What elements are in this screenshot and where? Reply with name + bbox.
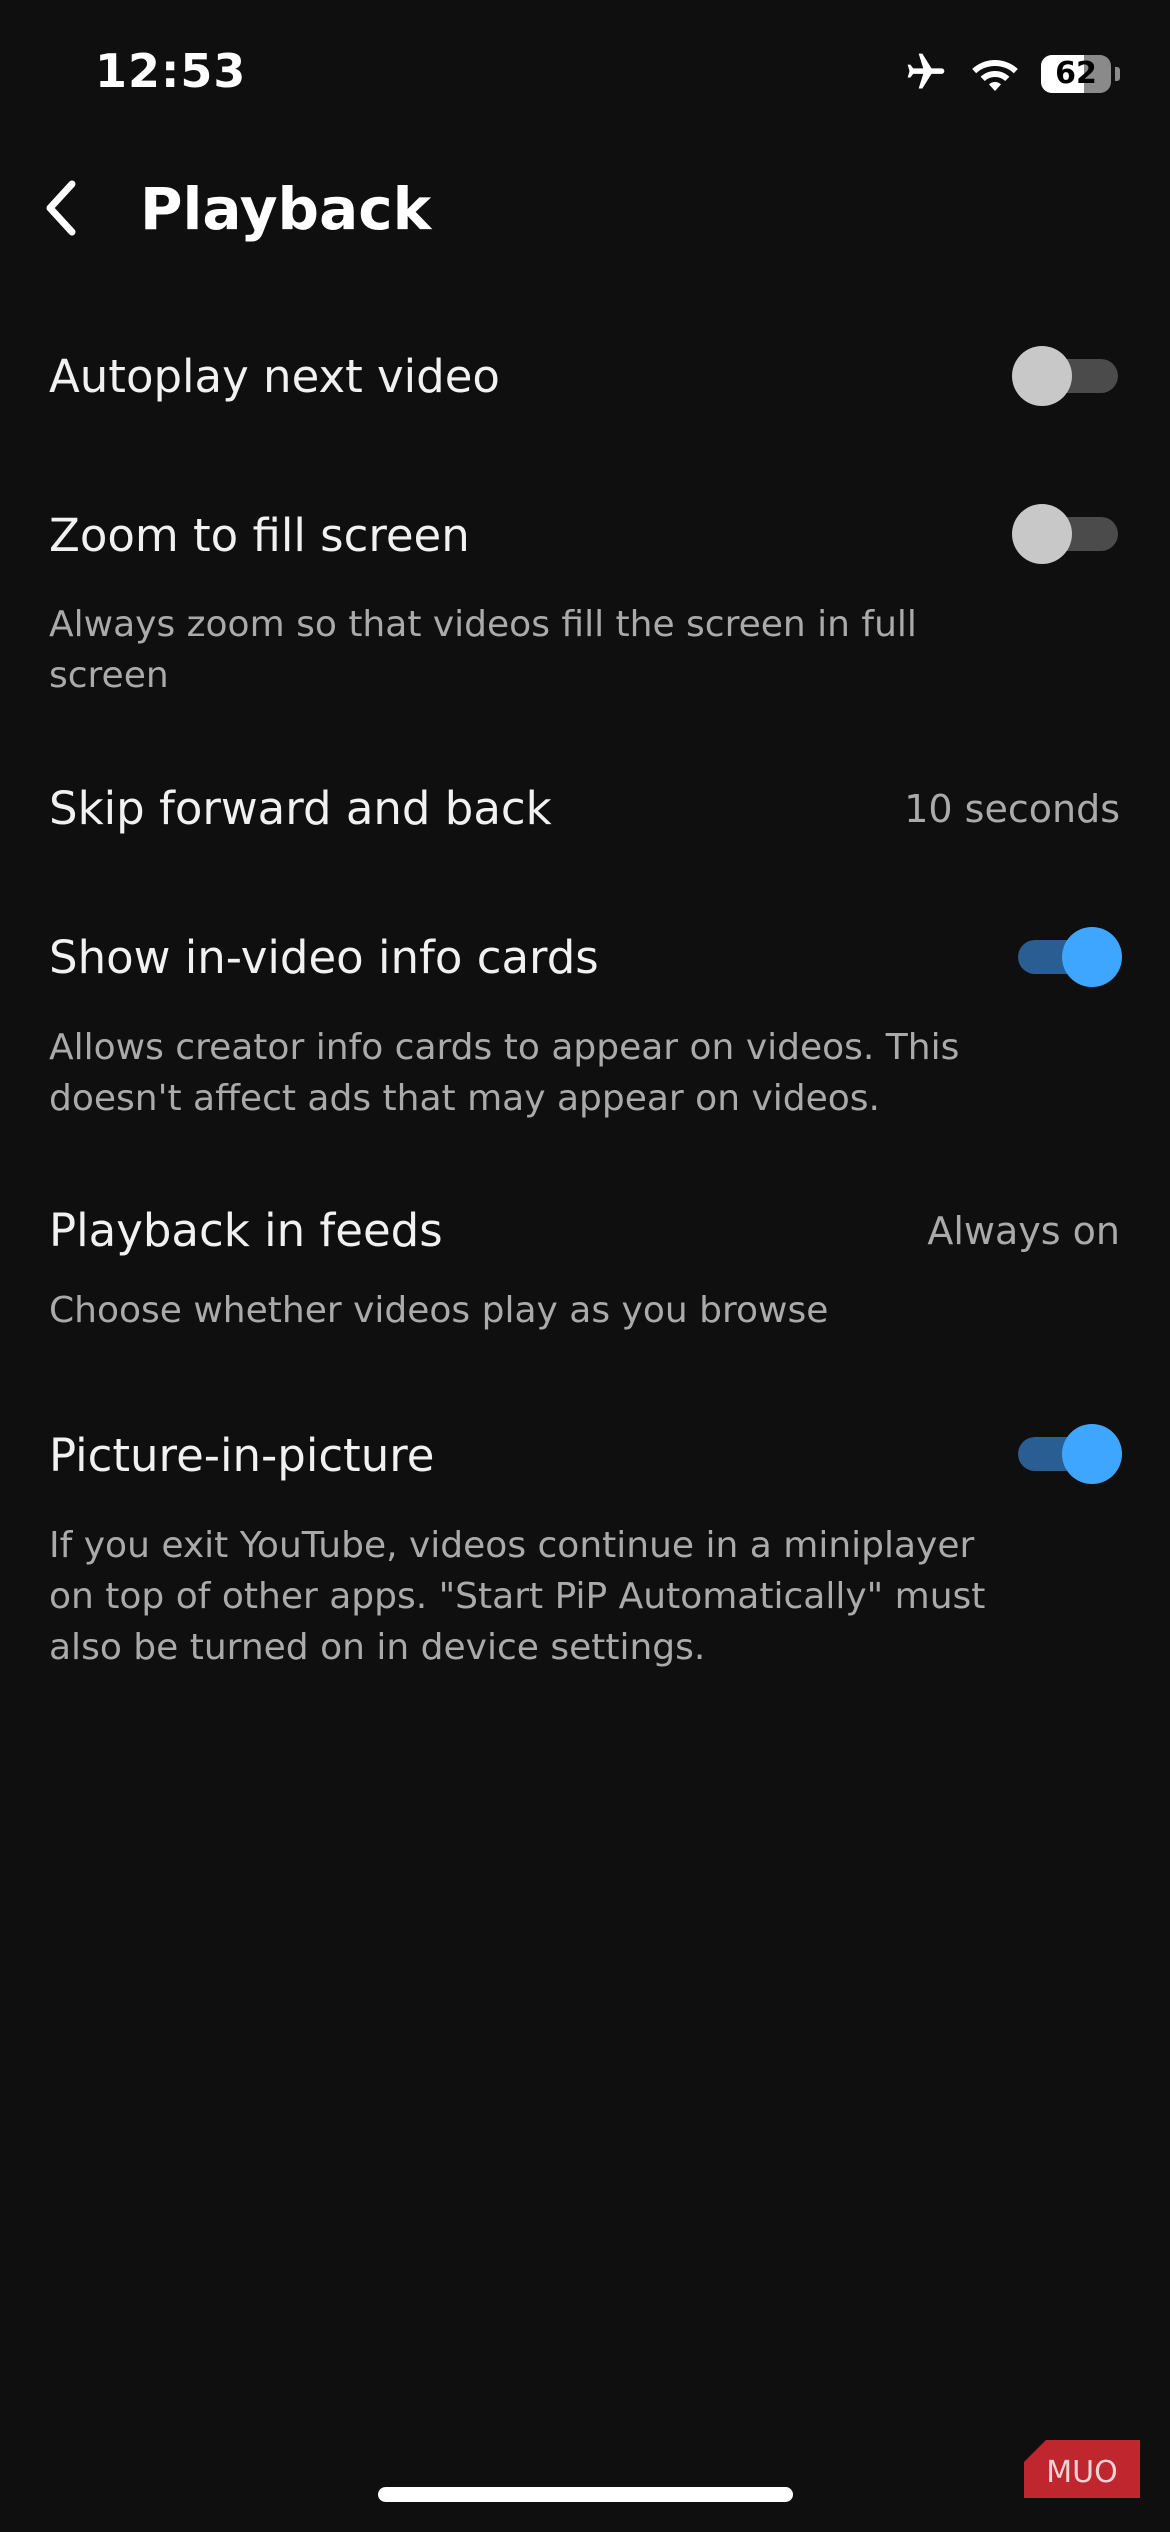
back-button[interactable] bbox=[22, 172, 98, 248]
status-bar: 12:53 62 bbox=[0, 0, 1170, 150]
setting-title: Skip forward and back bbox=[49, 782, 552, 835]
setting-title: Zoom to fill screen bbox=[49, 509, 470, 562]
toggle-thumb bbox=[1062, 1424, 1122, 1484]
toggle-thumb bbox=[1012, 346, 1072, 406]
setting-value: 10 seconds bbox=[904, 787, 1120, 831]
page-title: Playback bbox=[140, 175, 432, 243]
chevron-left-icon bbox=[40, 178, 80, 242]
setting-description: If you exit YouTube, videos continue in … bbox=[49, 1525, 986, 1668]
battery-icon: 62 bbox=[1041, 55, 1111, 93]
setting-description: Choose whether videos play as you browse bbox=[49, 1290, 829, 1331]
svg-text:MUO: MUO bbox=[1046, 2455, 1117, 2490]
setting-title: Playback in feeds bbox=[49, 1204, 443, 1257]
setting-title: Show in-video info cards bbox=[49, 931, 599, 984]
setting-title: Picture-in-picture bbox=[49, 1429, 435, 1482]
muo-logo: MUO bbox=[1024, 2440, 1140, 2498]
setting-value: Always on bbox=[927, 1209, 1120, 1253]
battery-tip bbox=[1115, 67, 1120, 81]
header: Playback bbox=[0, 150, 1170, 270]
wifi-icon bbox=[971, 52, 1019, 96]
setting-description: Always zoom so that videos fill the scre… bbox=[49, 604, 917, 696]
picture-in-picture-toggle[interactable] bbox=[1012, 1424, 1122, 1484]
status-icons: 62 bbox=[903, 52, 1120, 96]
toggle-thumb bbox=[1012, 504, 1072, 564]
autoplay-toggle[interactable] bbox=[1012, 346, 1122, 406]
zoom-to-fill-toggle[interactable] bbox=[1012, 504, 1122, 564]
battery-percent: 62 bbox=[1055, 56, 1097, 91]
home-indicator bbox=[378, 2487, 793, 2502]
status-time: 12:53 bbox=[95, 44, 247, 98]
toggle-thumb bbox=[1062, 927, 1122, 987]
airplane-icon bbox=[903, 50, 949, 98]
info-cards-toggle[interactable] bbox=[1012, 927, 1122, 987]
setting-title: Autoplay next video bbox=[49, 350, 500, 403]
setting-description: Allows creator info cards to appear on v… bbox=[49, 1027, 960, 1119]
